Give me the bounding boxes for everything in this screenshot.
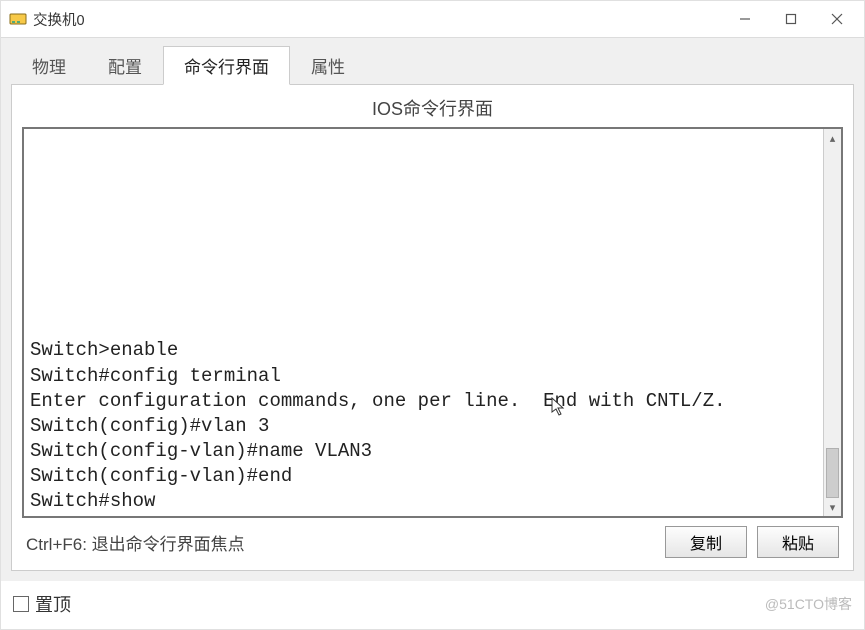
paste-button[interactable]: 粘贴 bbox=[757, 526, 839, 558]
tab-strip: 物理 配置 命令行界面 属性 bbox=[11, 46, 854, 85]
focus-hint: Ctrl+F6: 退出命令行界面焦点 bbox=[26, 530, 245, 555]
on-top-label: 置顶 bbox=[35, 591, 71, 617]
footer: 置顶 @51CTO博客 bbox=[1, 581, 864, 629]
tab-config[interactable]: 配置 bbox=[87, 46, 163, 85]
terminal-line: Switch(config-vlan)#name VLAN3 bbox=[30, 439, 817, 464]
content-area: 物理 配置 命令行界面 属性 IOS命令行界面 Switch>enable Sw… bbox=[1, 37, 864, 581]
app-window: 交换机0 物理 配置 命令行界面 属性 IOS命令行界面 Switch>enab… bbox=[0, 0, 865, 630]
terminal-line: Enter configuration commands, one per li… bbox=[30, 389, 817, 414]
terminal-scrollbar[interactable]: ▴ ▾ bbox=[823, 129, 841, 516]
hint-row: Ctrl+F6: 退出命令行界面焦点 复制 粘贴 bbox=[22, 518, 843, 560]
terminal-container: Switch>enable Switch#config terminal Ent… bbox=[22, 127, 843, 518]
tab-physical[interactable]: 物理 bbox=[11, 46, 87, 85]
minimize-button[interactable] bbox=[722, 3, 768, 35]
app-icon bbox=[9, 10, 27, 28]
maximize-button[interactable] bbox=[768, 3, 814, 35]
tab-cli[interactable]: 命令行界面 bbox=[163, 46, 290, 85]
terminal-line: Switch#config terminal bbox=[30, 364, 817, 389]
terminal-line: Switch(config-vlan)#end bbox=[30, 464, 817, 489]
on-top-checkbox-wrap[interactable]: 置顶 bbox=[13, 591, 71, 617]
scroll-up-icon[interactable]: ▴ bbox=[824, 129, 841, 147]
titlebar: 交换机0 bbox=[1, 1, 864, 37]
copy-button[interactable]: 复制 bbox=[665, 526, 747, 558]
watermark: @51CTO博客 bbox=[765, 594, 852, 614]
tab-attributes[interactable]: 属性 bbox=[290, 46, 366, 85]
window-controls bbox=[722, 3, 860, 35]
on-top-checkbox[interactable] bbox=[13, 596, 29, 612]
button-row: 复制 粘贴 bbox=[665, 526, 839, 558]
section-title: IOS命令行界面 bbox=[22, 91, 843, 127]
close-button[interactable] bbox=[814, 3, 860, 35]
terminal-line: Switch>enable bbox=[30, 338, 817, 363]
terminal-line: Switch#show bbox=[30, 489, 817, 514]
scroll-down-icon[interactable]: ▾ bbox=[824, 498, 841, 516]
tab-body-cli: IOS命令行界面 Switch>enable Switch#config ter… bbox=[11, 84, 854, 571]
window-title: 交换机0 bbox=[33, 9, 722, 30]
scroll-thumb[interactable] bbox=[826, 448, 839, 498]
terminal-line: Switch(config)#vlan 3 bbox=[30, 414, 817, 439]
cli-terminal[interactable]: Switch>enable Switch#config terminal Ent… bbox=[24, 129, 823, 516]
